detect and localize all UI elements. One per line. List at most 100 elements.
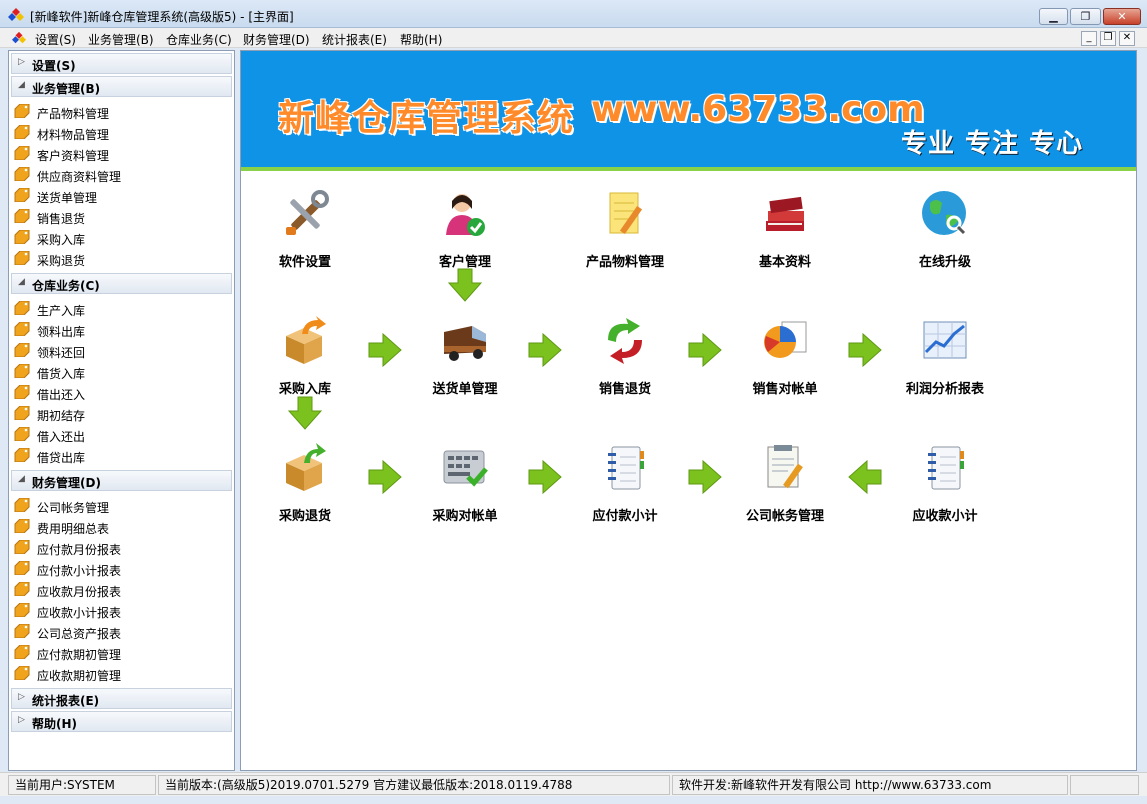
sidebar-item[interactable]: 领料还回 — [13, 341, 228, 361]
sidebar-item[interactable]: 产品物料管理 — [13, 102, 228, 122]
sidebar-item[interactable]: 借货入库 — [13, 362, 228, 382]
group-business[interactable]: ◢ 业务管理(B) — [11, 76, 232, 97]
tile-delivery-note-management[interactable]: 送货单管理 — [400, 316, 530, 397]
sidebar-item-label: 材料物品管理 — [37, 128, 110, 142]
tile-sales-statement[interactable]: 销售对帐单 — [720, 316, 850, 397]
tag-icon — [14, 539, 30, 555]
sidebar-item[interactable]: 应收款期初管理 — [13, 664, 228, 684]
sidebar-item[interactable]: 期初结存 — [13, 404, 228, 424]
menu-reports[interactable]: 统计报表(E) — [322, 31, 387, 48]
sidebar-item[interactable]: 公司总资产报表 — [13, 622, 228, 642]
close-button[interactable]: ✕ — [1103, 8, 1141, 25]
sidebar-item[interactable]: 借入还出 — [13, 425, 228, 445]
sidebar-item-label: 应收款期初管理 — [37, 669, 122, 683]
sidebar-item-label: 公司总资产报表 — [37, 627, 122, 641]
sidebar-item[interactable]: 采购退货 — [13, 249, 228, 269]
sidebar-item-label: 产品物料管理 — [37, 107, 110, 121]
sidebar-item[interactable]: 应付款小计报表 — [13, 559, 228, 579]
minimize-button[interactable]: ▁ — [1039, 8, 1068, 25]
mdi-minimize-button[interactable]: _ — [1081, 31, 1097, 46]
chevron-right-icon: ▷ — [18, 57, 25, 67]
tag-icon — [14, 623, 30, 639]
mdi-restore-button[interactable]: ❐ — [1100, 31, 1116, 46]
tag-icon — [14, 363, 30, 379]
chevron-right-icon: ▷ — [18, 715, 25, 725]
sidebar-item[interactable]: 借出还入 — [13, 383, 228, 403]
ledger-icon — [928, 446, 964, 490]
tile-payables-subtotal[interactable]: 应付款小计 — [560, 443, 690, 524]
chevron-down-icon: ◢ — [18, 80, 25, 90]
sidebar-item[interactable]: 供应商资料管理 — [13, 165, 228, 185]
mdi-close-button[interactable]: ✕ — [1119, 31, 1135, 46]
arrow-right-icon — [688, 459, 722, 495]
sidebar-item[interactable]: 送货单管理 — [13, 186, 228, 206]
sidebar-item[interactable]: 客户资料管理 — [13, 144, 228, 164]
maximize-button[interactable]: ❐ — [1070, 8, 1101, 25]
sidebar-item-label: 应付款期初管理 — [37, 648, 122, 662]
tile-customer-management[interactable]: 客户管理 — [400, 189, 530, 270]
document-pen-icon — [767, 445, 803, 489]
menu-settings[interactable]: 设置(S) — [35, 31, 76, 48]
banner-title: 新峰仓库管理系统 — [278, 98, 575, 139]
window-title: [新峰软件]新峰仓库管理系统(高级版5) - [主界面] — [30, 10, 294, 24]
sidebar-item[interactable]: 生产入库 — [13, 299, 228, 319]
tag-icon — [14, 250, 30, 266]
tile-basic-data[interactable]: 基本资料 — [720, 189, 850, 270]
sidebar-item[interactable]: 应收款小计报表 — [13, 601, 228, 621]
group-help[interactable]: ▷ 帮助(H) — [11, 711, 232, 732]
sidebar-item[interactable]: 借贷出库 — [13, 446, 228, 466]
sidebar-item[interactable]: 应付款月份报表 — [13, 538, 228, 558]
group-finance[interactable]: ◢ 财务管理(D) — [11, 470, 232, 491]
arrow-right-icon — [368, 332, 402, 368]
arrow-right-icon — [848, 332, 882, 368]
sidebar-item-label: 领料出库 — [37, 325, 86, 339]
tile-purchase-statement[interactable]: 采购对帐单 — [400, 443, 530, 524]
tile-purchase-return[interactable]: 采购退货 — [241, 443, 370, 524]
tile-software-settings[interactable]: 软件设置 — [241, 189, 370, 270]
status-developer: 软件开发:新峰软件开发有限公司 http://www.63733.com — [672, 775, 1068, 795]
sidebar-item[interactable]: 材料物品管理 — [13, 123, 228, 143]
arrow-left-icon — [848, 459, 882, 495]
group-settings[interactable]: ▷ 设置(S) — [11, 53, 232, 74]
sidebar-item[interactable]: 领料出库 — [13, 320, 228, 340]
globe-icon — [922, 191, 966, 235]
sidebar-item[interactable]: 应收款月份报表 — [13, 580, 228, 600]
tag-icon — [14, 300, 30, 316]
tile-online-upgrade[interactable]: 在线升级 — [880, 189, 1010, 270]
chevron-right-icon: ▷ — [18, 692, 25, 702]
menu-help[interactable]: 帮助(H) — [400, 31, 442, 48]
sidebar-item-label: 领料还回 — [37, 346, 86, 360]
tag-icon — [14, 342, 30, 358]
tile-sales-return[interactable]: 销售退货 — [560, 316, 690, 397]
mdi-app-icon[interactable] — [12, 31, 26, 45]
tile-company-accounts[interactable]: 公司帐务管理 — [720, 443, 850, 524]
sidebar-item-label: 应付款月份报表 — [37, 543, 122, 557]
sidebar-item[interactable]: 采购入库 — [13, 228, 228, 248]
menu-finance[interactable]: 财务管理(D) — [243, 31, 310, 48]
tile-receivables-subtotal[interactable]: 应收款小计 — [880, 443, 1010, 524]
sidebar-item-label: 公司帐务管理 — [37, 501, 110, 515]
tag-icon — [14, 497, 30, 513]
tag-icon — [14, 518, 30, 534]
tile-purchase-inbound[interactable]: 采购入库 — [241, 316, 370, 397]
sidebar-item-label: 应付款小计报表 — [37, 564, 122, 578]
sidebar-item[interactable]: 应付款期初管理 — [13, 643, 228, 663]
sidebar-item-label: 费用明细总表 — [37, 522, 110, 536]
tile-profit-analysis-report[interactable]: 利润分析报表 — [880, 316, 1010, 397]
tile-product-material-management[interactable]: 产品物料管理 — [560, 189, 690, 270]
arrow-right-icon — [528, 332, 562, 368]
group-warehouse[interactable]: ◢ 仓库业务(C) — [11, 273, 232, 294]
pie-chart-icon — [764, 321, 807, 358]
sidebar-item[interactable]: 公司帐务管理 — [13, 496, 228, 516]
sidebar-item-label: 生产入库 — [37, 304, 86, 318]
sidebar-item[interactable]: 销售退货 — [13, 207, 228, 227]
tag-icon — [14, 145, 30, 161]
sidebar-item[interactable]: 费用明细总表 — [13, 517, 228, 537]
group-reports[interactable]: ▷ 统计报表(E) — [11, 688, 232, 709]
sidebar-item-label: 销售退货 — [37, 212, 86, 226]
sidebar: ▷ 设置(S) ◢ 业务管理(B) 产品物料管理 材料物品管理客户资料管理 供应商资… — [8, 50, 235, 771]
menu-business[interactable]: 业务管理(B) — [88, 31, 154, 48]
arrow-right-icon — [368, 459, 402, 495]
menu-warehouse[interactable]: 仓库业务(C) — [166, 31, 232, 48]
sidebar-item-label: 送货单管理 — [37, 191, 98, 205]
